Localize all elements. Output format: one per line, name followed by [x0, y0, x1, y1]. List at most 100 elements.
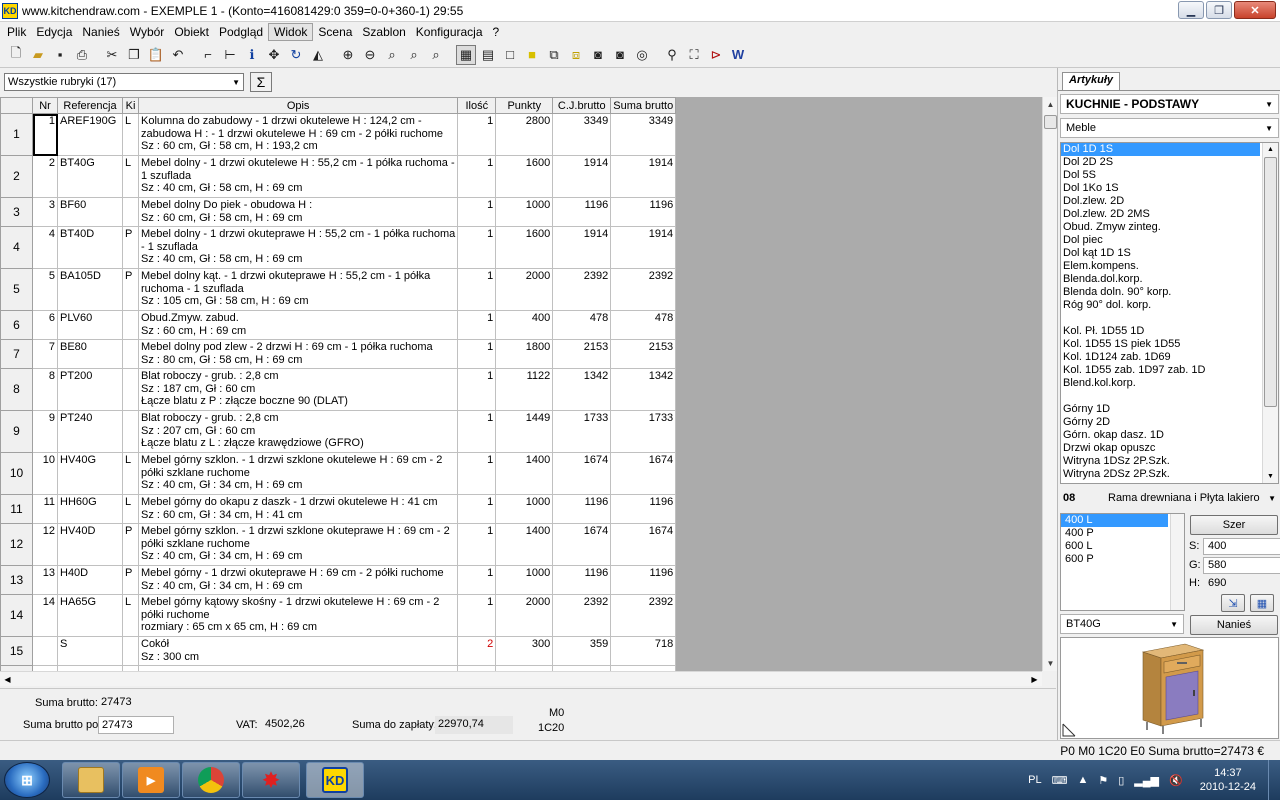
shadow-icon[interactable]: ⛶	[684, 45, 704, 65]
scroll-down-icon[interactable]: ▼	[1043, 656, 1058, 671]
cell-opis[interactable]: Cokół Sz : 300 cm	[137, 636, 459, 666]
size-list-scrollbar[interactable]	[1170, 514, 1184, 610]
rotate-icon[interactable]: ↻	[286, 45, 306, 65]
cell-ki[interactable]: L	[122, 113, 139, 156]
menu-widok[interactable]: Widok	[268, 23, 314, 41]
tab-artykuly[interactable]: Artykuły	[1062, 72, 1121, 90]
row-header[interactable]: 7	[0, 339, 33, 369]
cell-nr[interactable]: 10	[32, 452, 58, 495]
table-row[interactable]: 5 5 BA105D P Mebel dolny kąt. - 1 drzwi okut…	[0, 268, 677, 311]
cell-opis[interactable]: Mebel górny szklon. - 1 drzwi szklone ok…	[137, 452, 459, 495]
cell-ki[interactable]: P	[122, 523, 139, 566]
close-button[interactable]: ✕	[1234, 1, 1276, 19]
cell-nr[interactable]: 11	[32, 494, 58, 524]
col-header-ki[interactable]: Ki	[122, 97, 139, 114]
taskbar-paint[interactable]: ✸	[242, 762, 300, 798]
article-list-item[interactable]: Elem.kompens.	[1061, 260, 1278, 273]
table-row[interactable]: 8 8 PT200 Blat roboczy - grub. : 2,8 cm Sz :…	[0, 368, 677, 411]
network-signal-icon[interactable]: ▂▄▆	[1129, 774, 1164, 787]
cell-opis[interactable]: Mebel górny - 1 drzwi okuteprawe H : 69 …	[137, 565, 459, 595]
cell-nr[interactable]: 2	[32, 155, 58, 198]
table-row[interactable]: 2 2 BT40G L Mebel dolny - 1 drzwi okutelewe …	[0, 155, 677, 198]
cell-cj-brutto[interactable]: 1196	[552, 197, 612, 227]
scroll-left-icon[interactable]: ◀	[0, 672, 15, 687]
cell-punkty[interactable]: 2800	[495, 113, 554, 156]
cell-nr[interactable]: 12	[32, 523, 58, 566]
grid-horizontal-scrollbar[interactable]: ◀ ▶	[0, 671, 1042, 686]
article-list-item[interactable]: Róg 90° dol. korp.	[1061, 299, 1278, 312]
row-header[interactable]: 11	[0, 494, 33, 524]
cell-opis[interactable]: Mebel górny kątowy skośny - 1 drzwi okut…	[137, 594, 459, 637]
cell-ilosc[interactable]: 2	[457, 636, 497, 666]
article-list-item[interactable]: Górn. okap dasz. 1D	[1061, 429, 1278, 442]
cell-cj-brutto[interactable]: 1196	[552, 494, 612, 524]
cell-ki[interactable]	[122, 339, 139, 369]
taskbar-kitchendraw[interactable]: KD	[306, 762, 364, 798]
cell-suma-brutto[interactable]: 1342	[610, 368, 677, 411]
cell-nr[interactable]	[32, 636, 58, 666]
cell-ilosc[interactable]: 1	[457, 594, 497, 637]
cell-ki[interactable]: L	[122, 452, 139, 495]
info-icon[interactable]: ℹ	[242, 45, 262, 65]
article-list-item[interactable]: Dol 1D 1S	[1061, 143, 1260, 156]
table-row[interactable]: 1 1 AREF190G L Kolumna do zabudowy - 1 drzwi…	[0, 113, 677, 156]
cell-punkty[interactable]: 400	[495, 310, 554, 340]
cell-suma-brutto[interactable]: 2153	[610, 339, 677, 369]
language-indicator[interactable]: PL	[1023, 774, 1046, 786]
menu-obiekt[interactable]: Obiekt	[169, 24, 214, 40]
article-list-item[interactable]: Górny 2D	[1061, 416, 1278, 429]
cell-suma-brutto[interactable]: 1733	[610, 410, 677, 453]
undo-icon[interactable]: ↶	[168, 45, 188, 65]
cell-opis[interactable]: Obud.Zmyw. zabud. Sz : 60 cm, H : 69 cm	[137, 310, 459, 340]
cell-ki[interactable]: L	[122, 494, 139, 524]
taskbar-chrome[interactable]	[182, 762, 240, 798]
view-fill-icon[interactable]: ■	[522, 45, 542, 65]
menu-scena[interactable]: Scena	[313, 24, 357, 40]
row-header[interactable]: 4	[0, 226, 33, 269]
cell-suma-brutto[interactable]: 3349	[610, 113, 677, 156]
cell-punkty[interactable]: 1449	[495, 410, 554, 453]
cell-cj-brutto[interactable]: 1674	[552, 523, 612, 566]
col-header-referencja[interactable]: Referencja	[57, 97, 123, 114]
cell-ilosc[interactable]: 1	[457, 410, 497, 453]
render-icon[interactable]: ◎	[632, 45, 652, 65]
article-list-item[interactable]: Kol. 1D55 zab. 1D97 zab. 1D	[1061, 364, 1278, 377]
style-select[interactable]: 08 Rama drewniana i Płyta lakiero ▼	[1060, 488, 1279, 508]
zoom-in-icon[interactable]: ⊕	[338, 45, 358, 65]
cell-ki[interactable]: P	[122, 565, 139, 595]
cell-cj-brutto[interactable]: 1674	[552, 452, 612, 495]
article-list-scrollbar[interactable]: ▲ ▼	[1262, 143, 1278, 483]
cell-opis[interactable]: Mebel dolny Do piek - obudowa H : Sz : 60…	[137, 197, 459, 227]
cell-suma-brutto[interactable]: 1196	[610, 565, 677, 595]
volume-muted-icon[interactable]: 🔇	[1164, 774, 1188, 787]
row-header[interactable]: 5	[0, 268, 33, 311]
table-row[interactable]: 15 S Cokół Sz : 300 cm 2 300 359 718	[0, 636, 677, 666]
table-row[interactable]: 7 7 BE80 Mebel dolny pod zlew - 2 drzwi H :…	[0, 339, 677, 369]
table-row[interactable]: 13 13 H40D P Mebel górny - 1 drzwi okutepraw…	[0, 565, 677, 595]
table-row[interactable]: 9 9 PT240 Blat roboczy - grub. : 2,8 cm Sz :…	[0, 410, 677, 453]
keyboard-icon[interactable]: ⌨	[1047, 774, 1073, 787]
article-list-item[interactable]: Dol 5S	[1061, 169, 1278, 182]
cell-opis[interactable]: Mebel górny szklon. - 1 drzwi szklone ok…	[137, 523, 459, 566]
cell-ki[interactable]	[122, 368, 139, 411]
cell-punkty[interactable]: 1800	[495, 339, 554, 369]
row-header[interactable]: 10	[0, 452, 33, 495]
cell-referencja[interactable]: HV40D	[57, 523, 123, 566]
article-list-item[interactable]: Kol. 1D124 zab. 1D69	[1061, 351, 1278, 364]
cell-referencja[interactable]: BE80	[57, 339, 123, 369]
grid-select-icon[interactable]: ▦	[1250, 594, 1274, 612]
cell-cj-brutto[interactable]: 2153	[552, 339, 612, 369]
cell-referencja[interactable]: AREF190G	[57, 113, 123, 156]
article-list-item[interactable]: Blenda.dol.korp.	[1061, 273, 1278, 286]
cell-nr[interactable]: 1	[32, 113, 58, 156]
cell-referencja[interactable]: BA105D	[57, 268, 123, 311]
zoom-prev-icon[interactable]: ⌕	[426, 45, 446, 65]
cell-nr[interactable]: 9	[32, 410, 58, 453]
cell-suma-brutto[interactable]: 1196	[610, 494, 677, 524]
menu-help[interactable]: ?	[488, 24, 505, 40]
cell-cj-brutto[interactable]: 1196	[552, 565, 612, 595]
cell-suma-brutto[interactable]: 1914	[610, 226, 677, 269]
article-list-item[interactable]: Witryna 1DSz 2P.Szk.	[1061, 455, 1278, 468]
cell-referencja[interactable]: HH60G	[57, 494, 123, 524]
cell-opis[interactable]: Mebel dolny pod zlew - 2 drzwi H : 69 cm…	[137, 339, 459, 369]
